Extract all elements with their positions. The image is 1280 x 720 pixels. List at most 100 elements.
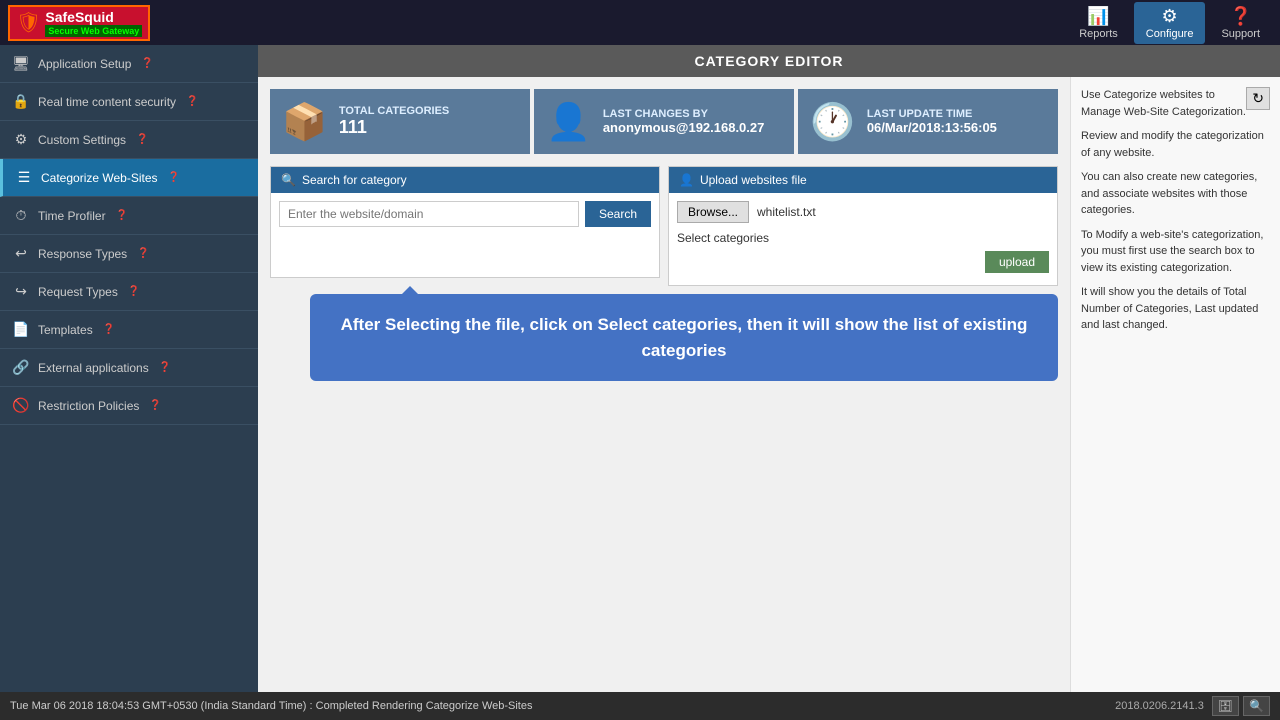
stat-info-1: LAST CHANGES BY anonymous@192.168.0.27 (603, 108, 765, 135)
sidebar-item-icon-response-types: ↩ (12, 245, 30, 262)
sidebar-item-icon-custom-settings: ⚙ (12, 131, 30, 148)
main-layout: 🖥 Application Setup ❓ 🔒 Real time conten… (0, 45, 1280, 692)
upload-section: 👤 Upload websites file Browse... whiteli… (668, 166, 1058, 286)
upload-footer: upload (677, 247, 1049, 277)
sidebar-item-label-time-profiler: Time Profiler (38, 209, 106, 223)
search-input[interactable] (279, 201, 579, 227)
nav-right: 📊 Reports ⚙ Configure ❓ Support (1067, 2, 1272, 44)
support-icon: ❓ (1230, 6, 1252, 27)
sidebar-help-icon-custom-settings: ❓ (136, 134, 148, 145)
sidebar-item-categorize-web-sites[interactable]: ☰ Categorize Web-Sites ❓ (0, 159, 258, 197)
help-paragraph-1: Review and modify the categorization of … (1081, 128, 1270, 161)
search-upload-row: 🔍 Search for category Search (270, 166, 1058, 286)
sidebar-help-icon-request-types: ❓ (128, 286, 140, 297)
reports-nav-button[interactable]: 📊 Reports (1067, 2, 1130, 44)
stat-card-1: 👤 LAST CHANGES BY anonymous@192.168.0.27 (534, 89, 794, 154)
configure-nav-button[interactable]: ⚙ Configure (1134, 2, 1206, 44)
sidebar-help-icon-application-setup: ❓ (141, 58, 153, 69)
sidebar-item-icon-application-setup: 🖥 (12, 55, 30, 72)
upload-header-icon: 👤 (679, 173, 694, 187)
sidebar-help-icon-templates: ❓ (103, 324, 115, 335)
search-header-label: Search for category (302, 173, 407, 187)
status-bar: Tue Mar 06 2018 18:04:53 GMT+0530 (India… (0, 692, 1280, 720)
logo-tagline: Secure Web Gateway (45, 25, 142, 37)
stats-row: 📦 TOTAL CATEGORIES 111 👤 LAST CHANGES BY… (270, 89, 1058, 154)
sidebar-item-icon-restriction-policies: 🚫 (12, 397, 30, 414)
tooltip-text: After Selecting the file, click on Selec… (341, 315, 1028, 360)
sidebar-item-label-external-applications: External applications (38, 361, 149, 375)
sidebar-item-label-application-setup: Application Setup (38, 57, 131, 71)
upload-body: Browse... whitelist.txt Select categorie… (669, 193, 1057, 285)
version-text: 2018.0206.2141.3 (1115, 700, 1204, 712)
sidebar-help-icon-categorize-web-sites: ❓ (168, 172, 180, 183)
main-content: 📦 TOTAL CATEGORIES 111 👤 LAST CHANGES BY… (258, 77, 1280, 692)
logo-name: SafeSquid (45, 9, 142, 25)
stat-label-0: TOTAL CATEGORIES (339, 105, 449, 117)
help-refresh-button[interactable]: ↻ (1246, 87, 1270, 110)
sidebar-item-time-profiler[interactable]: ⏱ Time Profiler ❓ (0, 197, 258, 235)
sidebar-item-icon-real-time-content: 🔒 (12, 93, 30, 110)
stat-icon-1: 👤 (546, 101, 591, 143)
sidebar-item-label-response-types: Response Types (38, 247, 127, 261)
upload-button[interactable]: upload (985, 251, 1049, 273)
sidebar-help-icon-real-time-content: ❓ (186, 96, 198, 107)
help-paragraph-2: You can also create new categories, and … (1081, 169, 1270, 219)
sidebar-item-restriction-policies[interactable]: 🚫 Restriction Policies ❓ (0, 387, 258, 425)
stat-label-1: LAST CHANGES BY (603, 108, 765, 120)
stat-card-0: 📦 TOTAL CATEGORIES 111 (270, 89, 530, 154)
sidebar-help-icon-restriction-policies: ❓ (149, 400, 161, 411)
stat-info-2: LAST UPDATE TIME 06/Mar/2018:13:56:05 (867, 108, 997, 135)
configure-label: Configure (1146, 28, 1194, 40)
stat-label-2: LAST UPDATE TIME (867, 108, 997, 120)
stat-info-0: TOTAL CATEGORIES 111 (339, 105, 449, 138)
sidebar-item-real-time-content[interactable]: 🔒 Real time content security ❓ (0, 83, 258, 121)
sidebar-item-external-applications[interactable]: 🔗 External applications ❓ (0, 349, 258, 387)
logo-box: 🛡 SafeSquid Secure Web Gateway (8, 5, 150, 41)
sidebar-help-icon-external-applications: ❓ (159, 362, 171, 373)
upload-section-header: 👤 Upload websites file (669, 167, 1057, 193)
stat-card-2: 🕐 LAST UPDATE TIME 06/Mar/2018:13:56:05 (798, 89, 1058, 154)
sidebar-item-application-setup[interactable]: 🖥 Application Setup ❓ (0, 45, 258, 83)
support-nav-button[interactable]: ❓ Support (1209, 2, 1272, 44)
help-paragraph-3: To Modify a web-site's categorization, y… (1081, 227, 1270, 277)
help-panel: ↻ Use Categorize websites to Manage Web-… (1070, 77, 1280, 692)
logo-icon: 🛡 (16, 10, 41, 35)
upload-header-label: Upload websites file (700, 173, 807, 187)
status-icons: 🗄 🔍 (1212, 696, 1270, 716)
logo-area: 🛡 SafeSquid Secure Web Gateway (8, 5, 150, 41)
status-bar-right: 2018.0206.2141.3 🗄 🔍 (1115, 696, 1270, 716)
sidebar-item-label-custom-settings: Custom Settings (38, 133, 126, 147)
sidebar-item-icon-external-applications: 🔗 (12, 359, 30, 376)
sidebar-item-label-request-types: Request Types (38, 285, 118, 299)
sidebar-item-icon-templates: 📄 (12, 321, 30, 338)
browse-button[interactable]: Browse... (677, 201, 749, 223)
stat-icon-2: 🕐 (810, 101, 855, 143)
file-row: Browse... whitelist.txt (677, 201, 1049, 223)
help-paragraph-4: It will show you the details of Total Nu… (1081, 284, 1270, 334)
status-icon-search[interactable]: 🔍 (1243, 696, 1270, 716)
page-title: CATEGORY EDITOR (694, 53, 843, 69)
stat-value-0: 111 (339, 117, 449, 138)
content-area: CATEGORY EDITOR 📦 TOTAL CATEGORIES 111 👤… (258, 45, 1280, 692)
tooltip-box: After Selecting the file, click on Selec… (310, 294, 1058, 381)
top-navigation: 🛡 SafeSquid Secure Web Gateway 📊 Reports… (0, 0, 1280, 45)
sidebar-item-icon-categorize-web-sites: ☰ (15, 169, 33, 186)
select-categories-label: Select categories (677, 229, 1049, 247)
sidebar-item-icon-request-types: ↪ (12, 283, 30, 300)
stat-icon-0: 📦 (282, 101, 327, 143)
status-icon-db[interactable]: 🗄 (1212, 696, 1239, 716)
search-section-body: Search (271, 193, 659, 235)
sidebar-item-label-templates: Templates (38, 323, 93, 337)
sidebar: 🖥 Application Setup ❓ 🔒 Real time conten… (0, 45, 258, 692)
page-title-bar: CATEGORY EDITOR (258, 45, 1280, 77)
sidebar-item-request-types[interactable]: ↪ Request Types ❓ (0, 273, 258, 311)
center-panel: 📦 TOTAL CATEGORIES 111 👤 LAST CHANGES BY… (258, 77, 1070, 692)
configure-icon: ⚙ (1162, 6, 1178, 27)
sidebar-item-label-restriction-policies: Restriction Policies (38, 399, 139, 413)
sidebar-item-templates[interactable]: 📄 Templates ❓ (0, 311, 258, 349)
status-text: Tue Mar 06 2018 18:04:53 GMT+0530 (India… (10, 700, 532, 712)
search-button[interactable]: Search (585, 201, 651, 227)
sidebar-item-response-types[interactable]: ↩ Response Types ❓ (0, 235, 258, 273)
sidebar-help-icon-response-types: ❓ (137, 248, 149, 259)
sidebar-item-custom-settings[interactable]: ⚙ Custom Settings ❓ (0, 121, 258, 159)
